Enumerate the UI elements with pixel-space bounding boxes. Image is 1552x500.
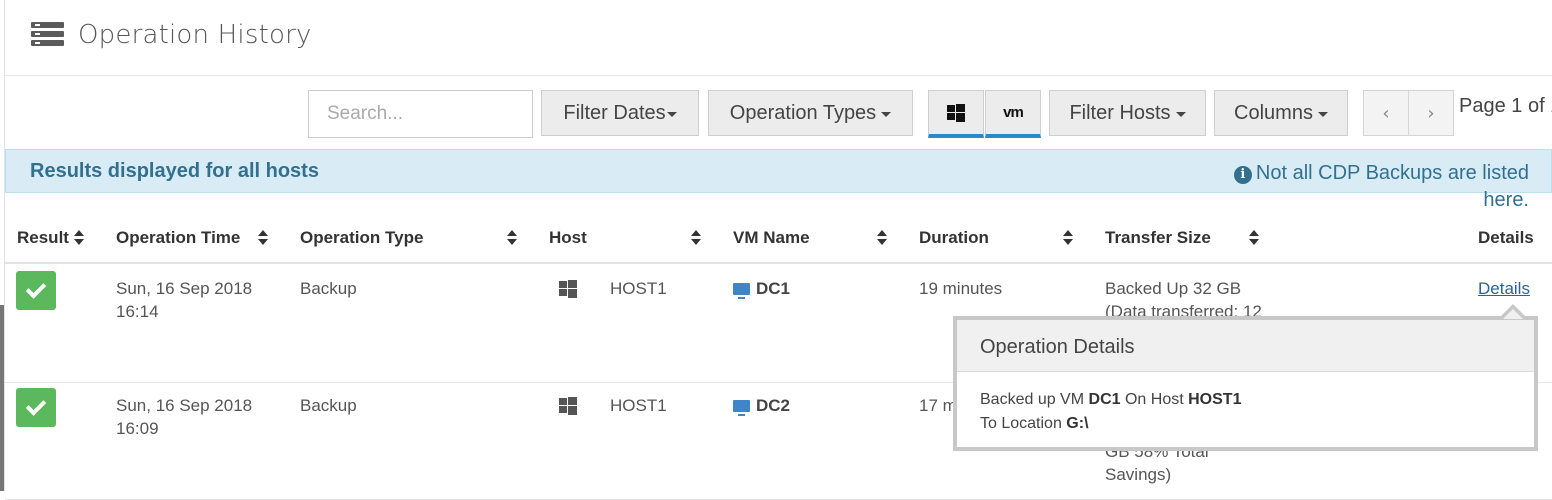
host-cell: HOST1 [610,279,667,298]
previous-page-button[interactable]: ‹ [1363,90,1409,136]
cdp-notice: i Not all CDP Backups are listed here. [1219,160,1529,214]
results-scope-label: Results displayed for all hosts [30,160,319,182]
vm-name-cell[interactable]: DC1 [733,277,790,300]
cdp-notice-text: Not all CDP Backups are listed here. [1255,162,1529,211]
page-indicator: Page 1 of 1 [1459,95,1552,117]
popover-title: Operation Details [957,320,1534,372]
filter-dates-button[interactable]: Filter Dates [541,90,699,136]
page-title: Operation History [78,20,312,50]
operation-details-popover: Operation Details Backed up VM DC1 On Ho… [953,316,1538,451]
columns-button[interactable]: Columns [1214,90,1348,136]
sort-icon[interactable] [507,230,517,246]
filter-dates-label: Filter Dates [563,101,666,124]
windows-filter-toggle[interactable] [928,90,984,138]
transfer-size-line: Savings) [1105,465,1172,484]
next-page-button[interactable]: › [1408,90,1454,136]
column-header-host[interactable]: Host [549,228,587,248]
popover-arrow-inner [1503,309,1523,319]
toolbar: Filter Dates Operation Types vm Filter H… [5,77,1552,147]
info-icon: i [1233,166,1252,184]
column-header-duration[interactable]: Duration [919,228,989,248]
caret-down-icon [881,111,892,117]
table-header: Result Operation Time Operation Type Hos… [5,212,1552,264]
details-link[interactable]: Details [1478,277,1530,300]
sort-icon[interactable] [1063,230,1073,246]
columns-label: Columns [1234,101,1313,124]
windows-icon [559,397,577,415]
server-list-icon [31,22,64,48]
operation-time-cell: Sun, 16 Sep 2018 16:14 [116,277,252,323]
operation-clock: 16:09 [116,419,159,438]
operation-type-cell: Backup [300,279,357,298]
popover-line-location: To Location G:\ [980,412,1241,436]
vm-name-label: DC2 [756,396,791,415]
caret-down-icon [666,111,677,117]
column-header-vm-name[interactable]: VM Name [733,228,810,248]
vm-name-label: DC1 [756,279,791,298]
column-header-operation-time[interactable]: Operation Time [116,228,240,248]
operation-time-cell: Sun, 16 Sep 2018 16:09 [116,394,252,440]
success-check-icon [16,388,56,427]
popover-text: To Location [980,415,1062,432]
success-check-icon [16,271,56,310]
vm-filter-toggle[interactable]: vm [985,90,1041,138]
column-header-details: Details [1478,228,1534,247]
operation-types-button[interactable]: Operation Types [708,90,913,136]
sort-icon[interactable] [258,230,268,246]
popover-location: G:\ [1066,415,1089,432]
windows-icon [559,280,577,298]
operation-date: Sun, 16 Sep 2018 [116,279,253,298]
sort-icon[interactable] [74,230,84,246]
popover-text: On Host [1124,391,1184,408]
page-header: Operation History [5,0,1552,76]
chevron-right-icon: › [1427,102,1435,124]
sort-icon[interactable] [877,230,887,246]
popover-vm-name: DC1 [1088,391,1121,408]
monitor-icon [733,400,750,416]
host-cell: HOST1 [610,396,667,415]
popover-body: Backed up VM DC1 On Host HOST1 To Locati… [980,388,1241,436]
caret-down-icon [1175,111,1186,117]
sort-icon[interactable] [1249,230,1259,246]
transfer-size-line: Backed Up 32 GB [1105,279,1242,298]
column-header-result[interactable]: Result [17,228,69,248]
windows-icon [947,103,965,122]
filter-hosts-button[interactable]: Filter Hosts [1049,90,1206,136]
operation-clock: 16:14 [116,302,159,321]
search-input[interactable] [308,90,533,138]
popover-line-vm: Backed up VM DC1 On Host HOST1 [980,388,1241,412]
vm-name-cell[interactable]: DC2 [733,394,790,417]
column-header-operation-type[interactable]: Operation Type [300,228,423,248]
operation-date: Sun, 16 Sep 2018 [116,396,253,415]
left-border-shadow [0,305,4,491]
operation-history-page: Operation History Filter Dates Operation… [0,0,1552,500]
vm-icon: vm [1003,104,1024,121]
duration-cell: 17 m [919,396,957,415]
operation-types-label: Operation Types [729,101,877,124]
caret-down-icon [1317,111,1328,117]
duration-cell: 19 minutes [919,279,1003,298]
monitor-icon [733,283,750,299]
operation-type-cell: Backup [300,396,357,415]
column-header-transfer-size[interactable]: Transfer Size [1105,228,1211,248]
chevron-left-icon: ‹ [1382,102,1390,124]
results-info-bar: Results displayed for all hosts i Not all… [5,149,1552,211]
popover-text: Backed up VM [980,391,1085,408]
popover-host-name: HOST1 [1188,391,1242,408]
filter-hosts-label: Filter Hosts [1069,101,1171,124]
sort-icon[interactable] [691,230,701,246]
